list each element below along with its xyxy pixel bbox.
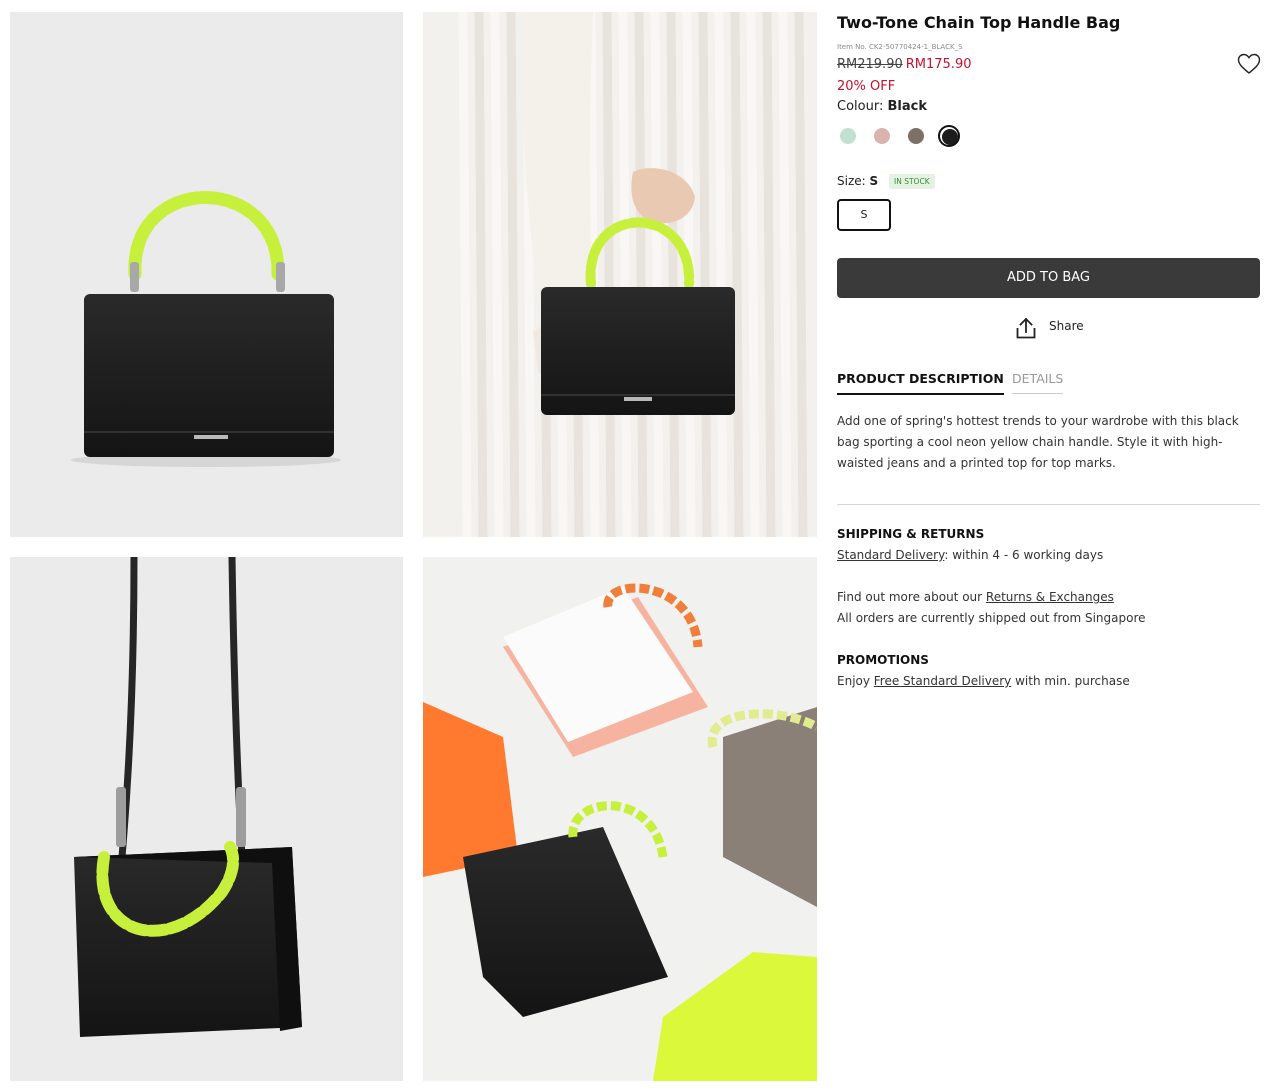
dress-pleat	[602, 12, 616, 537]
swatch-mint[interactable]	[837, 125, 859, 147]
product-title: Two-Tone Chain Top Handle Bag	[837, 13, 1121, 32]
product-description-text: Add one of spring's hottest trends to yo…	[837, 414, 1239, 470]
swatch-taupe[interactable]	[905, 125, 927, 147]
dress-pleat	[490, 12, 504, 537]
dress-pleat	[666, 12, 680, 537]
chain-handle	[128, 191, 285, 281]
clasp-right	[276, 262, 285, 292]
colour-row: Colour: Black	[837, 99, 927, 114]
bag-neon-yellow	[653, 952, 817, 1081]
dress-pleat	[730, 12, 744, 537]
promotions-line: Enjoy Free Standard Delivery with min. p…	[837, 674, 1130, 688]
swatch-pink[interactable]	[871, 125, 893, 147]
size-option-s[interactable]: S	[837, 199, 891, 231]
dress-pleat	[698, 12, 712, 537]
standard-delivery-link[interactable]: Standard Delivery	[837, 548, 944, 562]
dress-pleat	[474, 12, 488, 537]
clasp-right	[236, 787, 246, 847]
returns-exchanges-link[interactable]: Returns & Exchanges	[986, 590, 1114, 604]
add-to-bag-button[interactable]: ADD TO BAG	[837, 258, 1260, 298]
hardware-plate	[194, 435, 228, 439]
dress-pleat	[506, 12, 520, 537]
tab-product-description[interactable]: PRODUCT DESCRIPTION	[837, 371, 1004, 395]
dress-pleat	[650, 12, 664, 537]
size-selected: S	[869, 174, 879, 188]
share-upload-icon	[1016, 317, 1036, 339]
returns-prefix: Find out more about our	[837, 590, 986, 604]
stock-badge: IN STOCK	[889, 174, 935, 189]
promotions-suffix: with min. purchase	[1011, 674, 1130, 688]
dress-pleat	[618, 12, 632, 537]
sale-price: RM175.90	[905, 57, 972, 72]
price-row: RM219.90 RM175.90	[837, 57, 972, 72]
wishlist-button[interactable]	[1237, 53, 1261, 75]
dress-pleat	[762, 12, 776, 537]
dress-pleat	[634, 12, 648, 537]
share-label: Share	[1049, 319, 1084, 333]
colour-selected: Black	[887, 99, 927, 114]
dress-pleat	[778, 12, 792, 537]
colour-label: Colour:	[837, 99, 884, 114]
size-label: Size:	[837, 174, 866, 188]
dress-pleat	[458, 12, 472, 537]
product-image-model[interactable]	[423, 12, 817, 537]
delivery-text: : within 4 - 6 working days	[944, 548, 1104, 562]
original-price: RM219.90	[837, 57, 903, 72]
divider	[837, 504, 1260, 505]
dress-pleat	[746, 12, 760, 537]
delivery-line: Standard Delivery: within 4 - 6 working …	[837, 548, 1103, 562]
free-delivery-link[interactable]: Free Standard Delivery	[874, 674, 1012, 688]
shipped-from-text: All orders are currently shipped out fro…	[837, 611, 1146, 625]
clasp-left	[130, 262, 139, 292]
shipping-heading: SHIPPING & RETURNS	[837, 527, 985, 541]
bag-black	[463, 827, 668, 1017]
product-image-strap[interactable]	[10, 557, 403, 1081]
hardware-plate	[624, 397, 652, 401]
dress-pleat	[794, 12, 808, 537]
bag-body	[74, 847, 302, 1037]
discount-label: 20% OFF	[837, 79, 896, 94]
size-row: Size: S	[837, 174, 878, 188]
clasp-left	[116, 787, 126, 847]
promotions-prefix: Enjoy	[837, 674, 874, 688]
promotions-heading: PROMOTIONS	[837, 653, 929, 667]
product-image-front[interactable]	[10, 12, 403, 537]
bag-taupe	[723, 707, 817, 907]
swatch-black[interactable]	[938, 125, 960, 147]
product-image-colourways[interactable]	[423, 557, 817, 1081]
returns-line: Find out more about our Returns & Exchan…	[837, 590, 1114, 604]
tab-details[interactable]: DETAILS	[1012, 371, 1064, 394]
dress-pleat	[714, 12, 728, 537]
heart-icon	[1237, 53, 1261, 74]
bag-body	[541, 287, 735, 415]
item-number: Item No. CK2-50770424-1_BLACK_S	[837, 43, 963, 51]
